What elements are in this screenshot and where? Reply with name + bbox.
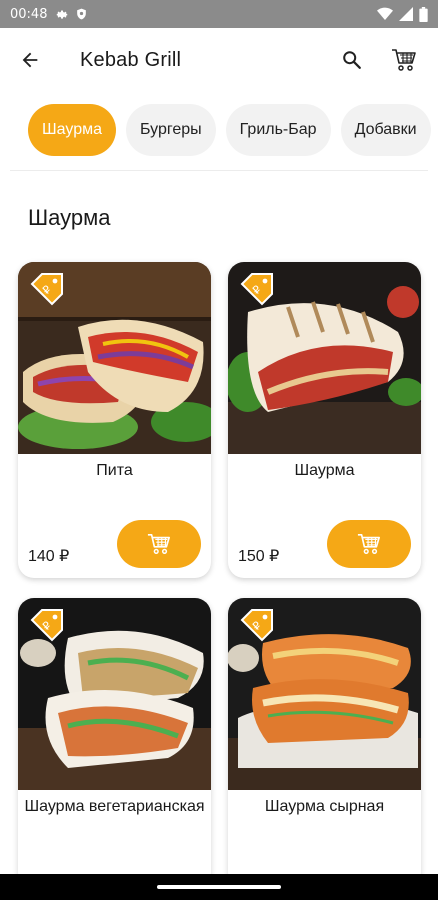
discount-tag-icon: ₽	[240, 609, 273, 642]
category-tabs: Шаурма Бургеры Гриль-Бар Добавки	[0, 104, 438, 164]
product-price: 150 ₽	[238, 548, 280, 565]
product-card[interactable]: ₽ Шаурма 150 ₽	[228, 262, 421, 578]
product-name: Шаурма	[294, 462, 355, 479]
shield-icon	[77, 8, 87, 20]
add-to-cart-button[interactable]	[117, 520, 201, 568]
product-name: Шаурма вегетарианская	[24, 798, 205, 815]
page-title: Kebab Grill	[80, 48, 182, 71]
search-icon	[343, 51, 361, 69]
product-image: ₽	[228, 262, 421, 454]
home-gesture-handle[interactable]	[157, 885, 281, 889]
cart-icon	[357, 533, 380, 554]
category-chip-extras[interactable]: Добавки	[340, 104, 431, 156]
product-card[interactable]: ₽ Пита 140 ₽	[18, 262, 211, 578]
product-image: ₽	[18, 262, 211, 454]
back-button[interactable]	[0, 28, 60, 92]
product-image: ₽	[228, 598, 421, 790]
divider	[10, 170, 428, 171]
discount-tag-icon: ₽	[30, 609, 63, 642]
add-to-cart-button[interactable]	[327, 520, 411, 568]
cart-icon	[392, 49, 416, 71]
search-button[interactable]	[326, 28, 378, 92]
category-chip-burgers[interactable]: Бургеры	[126, 104, 216, 156]
back-arrow-icon	[22, 52, 38, 68]
product-card[interactable]: ₽ Шаурма сырная	[228, 598, 421, 888]
product-price: 140 ₽	[28, 548, 70, 565]
discount-tag-icon: ₽	[30, 273, 63, 306]
system-nav-bar	[0, 874, 438, 900]
category-chip-shawarma[interactable]: Шаурма	[28, 104, 116, 156]
discount-tag-icon: ₽	[240, 273, 273, 306]
section-title: Шаурма	[28, 205, 111, 230]
product-name: Пита	[96, 462, 133, 479]
cart-icon	[147, 533, 170, 554]
cart-button[interactable]	[378, 28, 430, 92]
app-bar: Kebab Grill	[0, 28, 438, 92]
category-chip-grill-bar[interactable]: Гриль-Бар	[225, 104, 331, 156]
battery-icon	[419, 6, 428, 22]
gear-icon	[57, 10, 68, 19]
wifi-icon	[377, 7, 393, 21]
product-name: Шаурма сырная	[264, 798, 385, 815]
product-image: ₽	[18, 598, 211, 790]
product-card[interactable]: ₽ Шаурма вегетарианская	[18, 598, 211, 888]
status-bar: 00:48	[0, 0, 438, 28]
status-time: 00:48	[10, 6, 48, 22]
signal-icon	[399, 7, 413, 21]
